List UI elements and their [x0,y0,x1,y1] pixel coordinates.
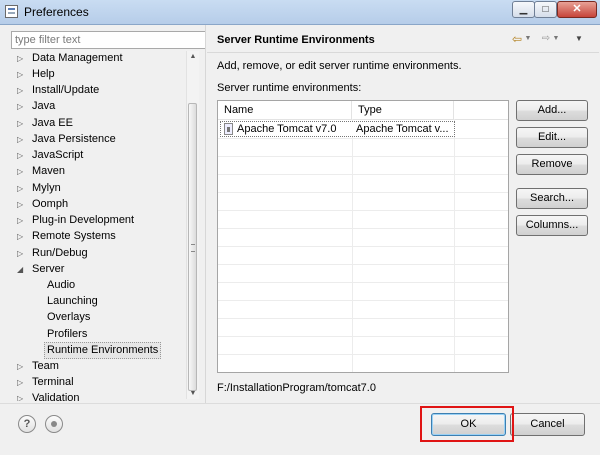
maximize-button[interactable]: □ [534,1,557,18]
preferences-app-icon [5,5,18,18]
tree-item-label: Terminal [32,376,74,388]
ok-highlight-annotation [420,406,514,442]
expand-arrow-icon[interactable]: ▷ [17,116,27,131]
remove-button[interactable]: Remove [516,154,588,175]
runtime-name-cell: Apache Tomcat v7.0 [237,123,337,135]
scroll-down-icon[interactable]: ▼ [187,388,199,399]
import-export-preferences-icon[interactable] [45,415,63,433]
table-row[interactable]: Apache Tomcat v7.0 Apache Tomcat v... [220,121,455,137]
row-rule [218,300,508,301]
search-button[interactable]: Search... [516,188,588,209]
tree-item-label: Overlays [47,311,91,323]
page-description: Add, remove, or edit server runtime envi… [217,60,462,72]
title-bar: Preferences ▁ □ ✕ [0,0,600,25]
expand-arrow-icon[interactable]: ▷ [17,164,27,179]
expand-arrow-icon[interactable]: ▷ [17,148,27,163]
scroll-thumb[interactable] [188,103,197,391]
collapse-arrow-icon[interactable]: ◢ [17,262,27,277]
page-title: Server Runtime Environments [217,34,375,46]
runtime-type-cell: Apache Tomcat v... [356,123,449,135]
row-rule [218,264,508,265]
server-runtime-icon [224,123,233,135]
preferences-tree: ▷ Data Management ▷ Help ▷ Install/Update ▷… [11,51,196,401]
expand-arrow-icon[interactable]: ▷ [17,51,27,66]
tree-item-label: Profilers [47,328,88,340]
forward-history-dropdown-icon[interactable]: ▼ [552,33,560,45]
row-rule [218,156,508,157]
table-label: Server runtime environments: [217,82,362,94]
tree-item-label: Java [32,100,56,112]
tree-item-label: Java EE [32,117,73,129]
row-rule [218,336,508,337]
tree-scrollbar[interactable]: ▲ ▼ [186,51,199,399]
tree-item-label: Help [32,68,55,80]
tree-item-label: Run/Debug [32,247,88,259]
tree-item-label: Install/Update [32,84,100,96]
table-header: Name Type [218,101,508,120]
forward-arrow-icon[interactable]: ⇨ [540,33,552,45]
expand-arrow-icon[interactable]: ▷ [17,99,27,114]
install-path-text: F:/InstallationProgram/tomcat7.0 [217,382,376,394]
pane-divider[interactable] [205,25,206,403]
expand-arrow-icon[interactable]: ▷ [17,181,27,196]
tree-item-label: Mylyn [32,182,61,194]
tree-item-label: Runtime Environments [44,342,162,359]
tree-item-label: Data Management [32,52,123,64]
tree-item-label: JavaScript [32,149,84,161]
row-rule [218,246,508,247]
edit-button[interactable]: Edit... [516,127,588,148]
add-button[interactable]: Add... [516,100,588,121]
tree-item-label: Server [32,263,65,275]
scroll-grip-icon [191,244,195,252]
row-rule [218,138,508,139]
tree-item-label: Oomph [32,198,69,210]
runtime-environments-table[interactable]: Name Type Apache Tomcat v7.0 Apache Tomc… [217,100,509,373]
minimize-button[interactable]: ▁ [512,1,535,18]
expand-arrow-icon[interactable]: ▷ [17,132,27,147]
footer-divider [0,403,600,404]
filter-input[interactable] [11,31,206,49]
expand-arrow-icon[interactable]: ▷ [17,67,27,82]
scroll-up-icon[interactable]: ▲ [187,51,199,62]
tree-item-label: Validation [32,392,80,401]
row-rule [218,282,508,283]
view-menu-icon[interactable]: ▼ [574,33,584,45]
expand-arrow-icon[interactable]: ▷ [17,391,27,401]
column-header-name[interactable]: Name [218,101,352,119]
row-rule [218,354,508,355]
tree-item-label: Maven [32,165,66,177]
expand-arrow-icon[interactable]: ▷ [17,375,27,390]
expand-arrow-icon[interactable]: ▷ [17,229,27,244]
tree-item-label: Remote Systems [32,230,116,242]
column-header-type[interactable]: Type [352,101,454,119]
row-rule [218,174,508,175]
expand-arrow-icon[interactable]: ▷ [17,359,27,374]
expand-arrow-icon[interactable]: ▷ [17,83,27,98]
columns-button[interactable]: Columns... [516,215,588,236]
expand-arrow-icon[interactable]: ▷ [17,197,27,212]
cancel-button[interactable]: Cancel [510,413,585,436]
back-arrow-icon[interactable]: ⇦ [510,33,524,45]
tree-item-label: Plug-in Development [32,214,135,226]
header-divider [207,52,599,53]
expand-arrow-icon[interactable]: ▷ [17,213,27,228]
tree-item-label: Launching [47,295,98,307]
row-rule [218,318,508,319]
close-window-button[interactable]: ✕ [557,1,597,18]
row-rule [218,228,508,229]
tree-item-label: Java Persistence [32,133,116,145]
help-icon[interactable]: ? [18,415,36,433]
back-history-dropdown-icon[interactable]: ▼ [524,33,532,45]
row-rule [218,192,508,193]
tree-item-label: Audio [47,279,76,291]
tree-item-label: Team [32,360,59,372]
row-rule [218,210,508,211]
expand-arrow-icon[interactable]: ▷ [17,246,27,261]
window-title: Preferences [24,5,89,19]
